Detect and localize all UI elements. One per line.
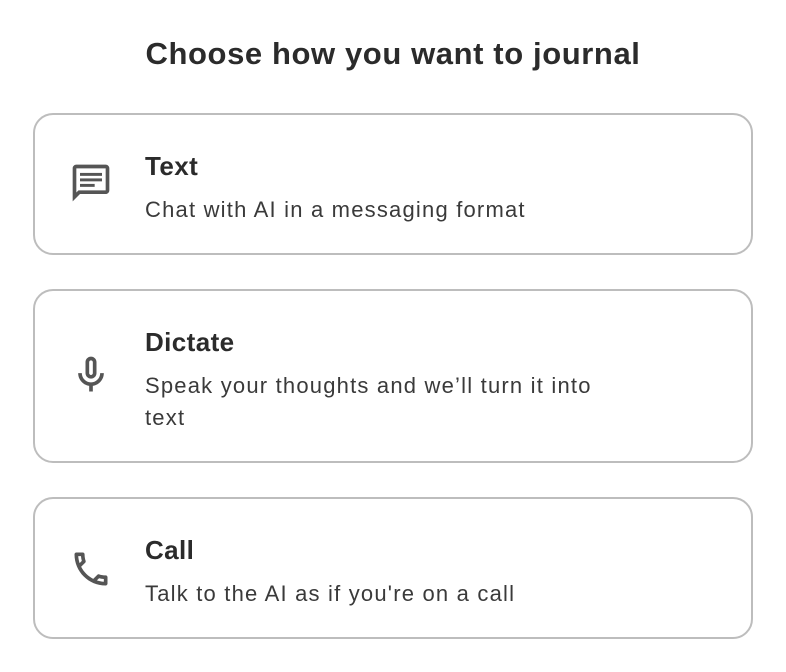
dictate-option-card[interactable]: Dictate Speak your thoughts and we’ll tu… [33, 289, 753, 463]
text-option-description: Chat with AI in a messaging format [145, 197, 526, 222]
call-option-title: Call [145, 535, 195, 565]
dictate-option-description: Speak your thoughts and we’ll turn it in… [145, 373, 592, 430]
phone-icon [69, 547, 113, 591]
call-option-description: Talk to the AI as if you're on a call [145, 581, 516, 606]
call-option-card[interactable]: Call Talk to the AI as if you're on a ca… [33, 497, 753, 639]
page-title: Choose how you want to journal [145, 36, 641, 71]
text-option-card[interactable]: Text Chat with AI in a messaging format [33, 113, 753, 255]
text-option-title: Text [145, 151, 199, 181]
chat-bubble-icon [69, 161, 113, 205]
microphone-icon [69, 353, 113, 397]
dictate-option-title: Dictate [145, 327, 235, 357]
